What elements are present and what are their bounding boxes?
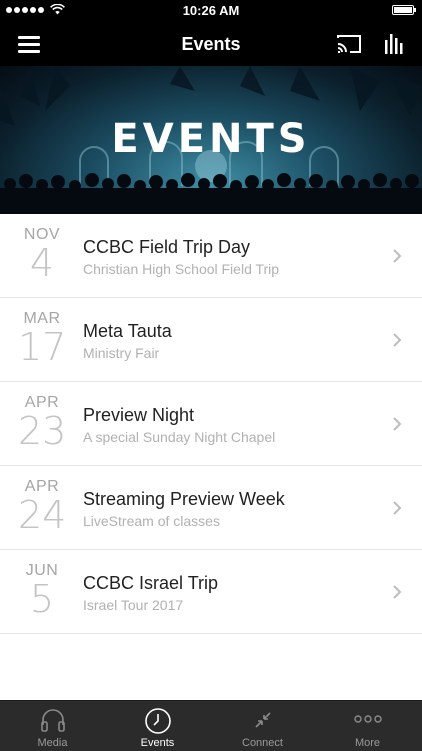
event-row-meta-tauta[interactable]: MAR 17 Meta Tauta Ministry Fair xyxy=(0,298,422,382)
event-date: NOV 4 xyxy=(18,226,66,282)
tab-label: Events xyxy=(140,737,175,749)
tab-more[interactable]: More xyxy=(315,701,420,751)
event-date: APR 23 xyxy=(18,394,66,450)
tab-label: More xyxy=(354,737,381,749)
chevron-right-icon xyxy=(393,585,402,599)
hero-title: EVENTS xyxy=(111,116,311,162)
event-text: CCBC Field Trip Day Christian High Schoo… xyxy=(83,236,279,278)
tab-events[interactable]: Events xyxy=(105,701,210,751)
event-list: NOV 4 CCBC Field Trip Day Christian High… xyxy=(0,214,422,634)
event-day: 5 xyxy=(29,577,55,621)
event-row-field-trip-day[interactable]: NOV 4 CCBC Field Trip Day Christian High… xyxy=(0,214,422,298)
chevron-right-icon xyxy=(393,249,402,263)
status-time: 10:26 AM xyxy=(182,3,240,18)
nav-bar: Events xyxy=(0,22,422,66)
event-subtitle: Ministry Fair xyxy=(83,345,160,361)
event-text: Streaming Preview Week LiveStream of cla… xyxy=(83,488,285,530)
connect-arrows-icon xyxy=(254,712,271,728)
event-text: CCBC Israel Trip Israel Tour 2017 xyxy=(83,572,218,614)
event-text: Meta Tauta Ministry Fair xyxy=(83,320,172,362)
chevron-right-icon xyxy=(393,501,402,515)
chevron-right-icon xyxy=(393,417,402,431)
tab-connect[interactable]: Connect xyxy=(210,701,315,751)
status-bar: 10:26 AM xyxy=(0,0,422,22)
event-subtitle: LiveStream of classes xyxy=(83,513,220,529)
event-text: Preview Night A special Sunday Night Cha… xyxy=(83,404,275,446)
bar-chart-icon[interactable] xyxy=(383,32,405,56)
event-day: 4 xyxy=(29,241,55,285)
tab-media[interactable]: Media xyxy=(0,701,105,751)
event-date: JUN 5 xyxy=(18,562,66,618)
event-title: CCBC Israel Trip xyxy=(83,573,219,593)
headphones-icon xyxy=(40,709,65,732)
tab-label: Connect xyxy=(242,737,283,749)
clock-icon xyxy=(144,708,171,734)
event-day: 24 xyxy=(18,493,67,537)
event-title: Meta Tauta xyxy=(83,321,172,341)
event-subtitle: Israel Tour 2017 xyxy=(83,597,184,613)
event-subtitle: A special Sunday Night Chapel xyxy=(83,429,276,445)
event-subtitle: Christian High School Field Trip xyxy=(83,261,280,277)
events-hero-banner: EVENTS xyxy=(0,66,422,214)
event-title: Preview Night xyxy=(83,405,195,425)
event-title: Streaming Preview Week xyxy=(83,489,285,509)
event-row-israel-trip[interactable]: JUN 5 CCBC Israel Trip Israel Tour 2017 xyxy=(0,550,422,634)
tab-label: Media xyxy=(37,737,68,749)
event-date: MAR 17 xyxy=(18,310,66,366)
event-row-preview-night[interactable]: APR 23 Preview Night A special Sunday Ni… xyxy=(0,382,422,466)
battery-icon xyxy=(392,5,416,15)
event-day: 17 xyxy=(18,325,67,369)
chevron-right-icon xyxy=(393,333,402,347)
event-row-streaming-preview-week[interactable]: APR 24 Streaming Preview Week LiveStream… xyxy=(0,466,422,550)
cast-icon[interactable] xyxy=(336,32,362,56)
more-dots-icon xyxy=(353,715,382,723)
event-date: APR 24 xyxy=(18,478,66,534)
event-day: 23 xyxy=(18,409,67,453)
event-title: CCBC Field Trip Day xyxy=(83,237,251,257)
tab-bar: Media Events Connect More xyxy=(0,700,422,751)
